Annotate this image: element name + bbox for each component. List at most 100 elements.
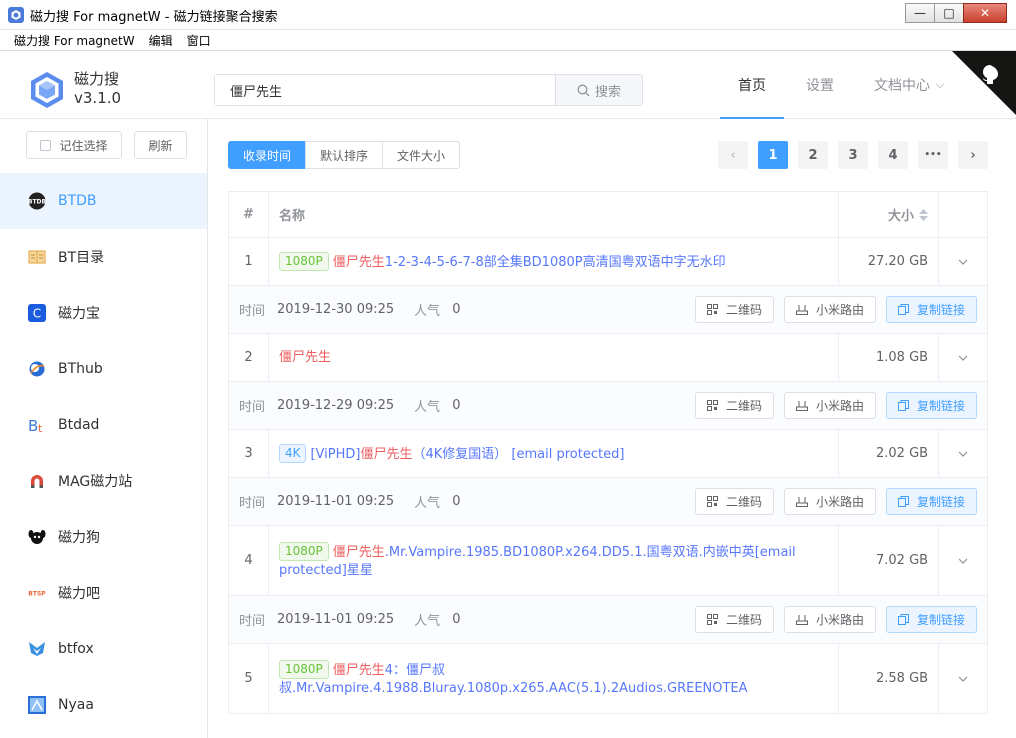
chevron-down-icon: ⌵ <box>936 78 945 91</box>
minimize-button[interactable]: — <box>905 3 935 23</box>
table-row[interactable]: 1 1080P 僵尸先生1-2-3-4-5-6-7-8部全集BD1080P高清国粤双… <box>229 238 987 286</box>
chevron-down-icon <box>958 558 968 564</box>
table-row[interactable]: 3 4K [ViPHD]僵尸先生（4K修复国语） [email protected]… <box>229 430 987 478</box>
nav-docs[interactable]: 文档中心 ⌵ <box>874 51 944 119</box>
menu-app[interactable]: 磁力搜 For magnetW <box>14 32 135 49</box>
results-panel: 收录时间 默认排序 文件大小 ‹ 1 2 3 4 ••• › # 名称 大小 1 <box>208 119 1016 738</box>
time-label: 时间 <box>239 304 266 319</box>
refresh-button[interactable]: 刷新 <box>134 131 187 159</box>
sidebar-item-btfox[interactable]: btfox <box>0 621 207 677</box>
table-row[interactable]: 5 1080P 僵尸先生4：僵尸叔叔.Mr.Vampire.4.1988.Blura… <box>229 644 987 714</box>
qrcode-button[interactable]: 二维码 <box>694 488 774 515</box>
close-button[interactable]: ✕ <box>963 3 1007 23</box>
qrcode-icon <box>706 304 718 315</box>
expand-row-button[interactable] <box>939 334 987 381</box>
time-label: 时间 <box>239 496 266 511</box>
qrcode-icon <box>706 496 718 507</box>
qrcode-button[interactable]: 二维码 <box>694 606 774 633</box>
sort-default-button[interactable]: 默认排序 <box>305 141 384 169</box>
menu-edit[interactable]: 编辑 <box>149 32 173 49</box>
sort-by-size-button[interactable]: 文件大小 <box>382 141 461 169</box>
result-title-prefix: [ViPHD] <box>310 446 361 462</box>
sidebar-item-bthub[interactable]: BThub <box>0 341 207 397</box>
result-title[interactable]: 1080P 僵尸先生.Mr.Vampire.1985.BD1080P.x264.D… <box>269 526 840 595</box>
github-corner-icon[interactable] <box>952 51 1016 115</box>
table-row[interactable]: 2 僵尸先生 1.08 GB <box>229 334 987 382</box>
row-time: 2019-12-30 09:25 <box>277 302 395 317</box>
nyaa-icon <box>28 696 46 714</box>
router-download-button[interactable]: 小米路由 <box>783 488 876 515</box>
page-3-button[interactable]: 3 <box>838 141 868 169</box>
pagination: ‹ 1 2 3 4 ••• › <box>718 141 998 169</box>
nav-home[interactable]: 首页 <box>720 51 784 119</box>
copy-link-button[interactable]: 复制链接 <box>885 606 977 633</box>
sidebar-item-nyaa[interactable]: Nyaa <box>0 677 207 733</box>
search-keyword-highlight: 僵尸先生 <box>332 662 385 678</box>
result-title-suffix: （4K修复国语） [email protected] <box>412 446 625 462</box>
expand-row-button[interactable] <box>939 644 987 713</box>
popularity-label: 人气 <box>414 304 441 319</box>
header-size[interactable]: 大小 <box>839 192 940 237</box>
more-pages-button[interactable]: ••• <box>918 141 948 169</box>
row-detail: 时间 2019-12-29 09:25 人气 0 二维码 小米路由 复制链接 <box>229 382 987 430</box>
copy-link-button[interactable]: 复制链接 <box>885 392 977 419</box>
search-input[interactable] <box>215 75 555 105</box>
row-index: 3 <box>229 430 269 477</box>
sort-button-group: 收录时间 默认排序 文件大小 <box>228 141 461 169</box>
router-download-button[interactable]: 小米路由 <box>783 606 876 633</box>
nav-settings[interactable]: 设置 <box>806 51 834 119</box>
sort-by-time-button[interactable]: 收录时间 <box>228 141 307 169</box>
table-row[interactable]: 4 1080P 僵尸先生.Mr.Vampire.1985.BD1080P.x264.… <box>229 526 987 596</box>
expand-row-button[interactable] <box>939 526 987 595</box>
maximize-button[interactable]: □ <box>934 3 964 23</box>
c-letter-icon: C <box>28 304 46 322</box>
expand-row-button[interactable] <box>939 238 987 285</box>
result-title-suffix: 1-2-3-4-5-6-7-8部全集BD1080P高清国粤双语中字无水印 <box>384 254 726 270</box>
copy-icon <box>897 304 909 315</box>
app-version: v3.1.0 <box>74 89 122 107</box>
copy-icon <box>897 614 909 625</box>
search-button[interactable]: 搜索 <box>555 75 642 105</box>
menu-bar: 磁力搜 For magnetW 编辑 窗口 <box>0 30 1016 51</box>
page-4-button[interactable]: 4 <box>878 141 908 169</box>
page-1-button[interactable]: 1 <box>758 141 788 169</box>
qrcode-button[interactable]: 二维码 <box>694 296 774 323</box>
row-popularity: 0 <box>452 398 461 413</box>
router-download-button[interactable]: 小米路由 <box>783 296 876 323</box>
row-popularity: 0 <box>452 494 461 509</box>
popularity-label: 人气 <box>414 400 441 415</box>
result-title[interactable]: 僵尸先生 <box>269 334 840 381</box>
remember-checkbox[interactable]: 记住选择 <box>26 131 122 159</box>
row-size: 1.08 GB <box>839 334 940 381</box>
row-detail: 时间 2019-12-30 09:25 人气 0 二维码 小米路由 复制链接 <box>229 286 987 334</box>
magnet-icon <box>28 472 46 490</box>
expand-row-button[interactable] <box>939 430 987 477</box>
btsp-icon: BTSP <box>28 584 46 602</box>
copy-link-button[interactable]: 复制链接 <box>885 488 977 515</box>
result-title[interactable]: 1080P 僵尸先生4：僵尸叔叔.Mr.Vampire.4.1988.Bluray… <box>269 644 840 713</box>
qrcode-button[interactable]: 二维码 <box>694 392 774 419</box>
sidebar-item-ciliba[interactable]: BTSP 磁力吧 <box>0 565 207 621</box>
search-keyword-highlight: 僵尸先生 <box>332 254 385 270</box>
sidebar-item-cilibao[interactable]: C 磁力宝 <box>0 285 207 341</box>
next-page-button[interactable]: › <box>958 141 988 169</box>
page-2-button[interactable]: 2 <box>798 141 828 169</box>
result-title[interactable]: 4K [ViPHD]僵尸先生（4K修复国语） [email protected] <box>269 430 840 477</box>
result-title[interactable]: 1080P 僵尸先生1-2-3-4-5-6-7-8部全集BD1080P高清国粤双语… <box>269 238 840 285</box>
router-download-button[interactable]: 小米路由 <box>783 392 876 419</box>
sidebar-item-bt-catalog[interactable]: BT目录 <box>0 229 207 285</box>
search-icon <box>577 84 590 96</box>
prev-page-button[interactable]: ‹ <box>718 141 748 169</box>
copy-icon <box>897 496 909 507</box>
app-name: 磁力搜 <box>74 70 120 88</box>
sidebar-item-mag[interactable]: MAG磁力站 <box>0 453 207 509</box>
router-icon <box>795 401 808 411</box>
row-time: 2019-12-29 09:25 <box>277 398 395 413</box>
sidebar-item-ciligou[interactable]: 磁力狗 <box>0 509 207 565</box>
sidebar-item-btdad[interactable]: Bt Btdad <box>0 397 207 453</box>
sidebar-item-btdb[interactable]: BTDB BTDB <box>0 173 207 229</box>
row-size: 7.02 GB <box>839 526 940 595</box>
copy-link-button[interactable]: 复制链接 <box>885 296 977 323</box>
menu-window[interactable]: 窗口 <box>187 32 211 49</box>
popularity-label: 人气 <box>414 614 441 629</box>
